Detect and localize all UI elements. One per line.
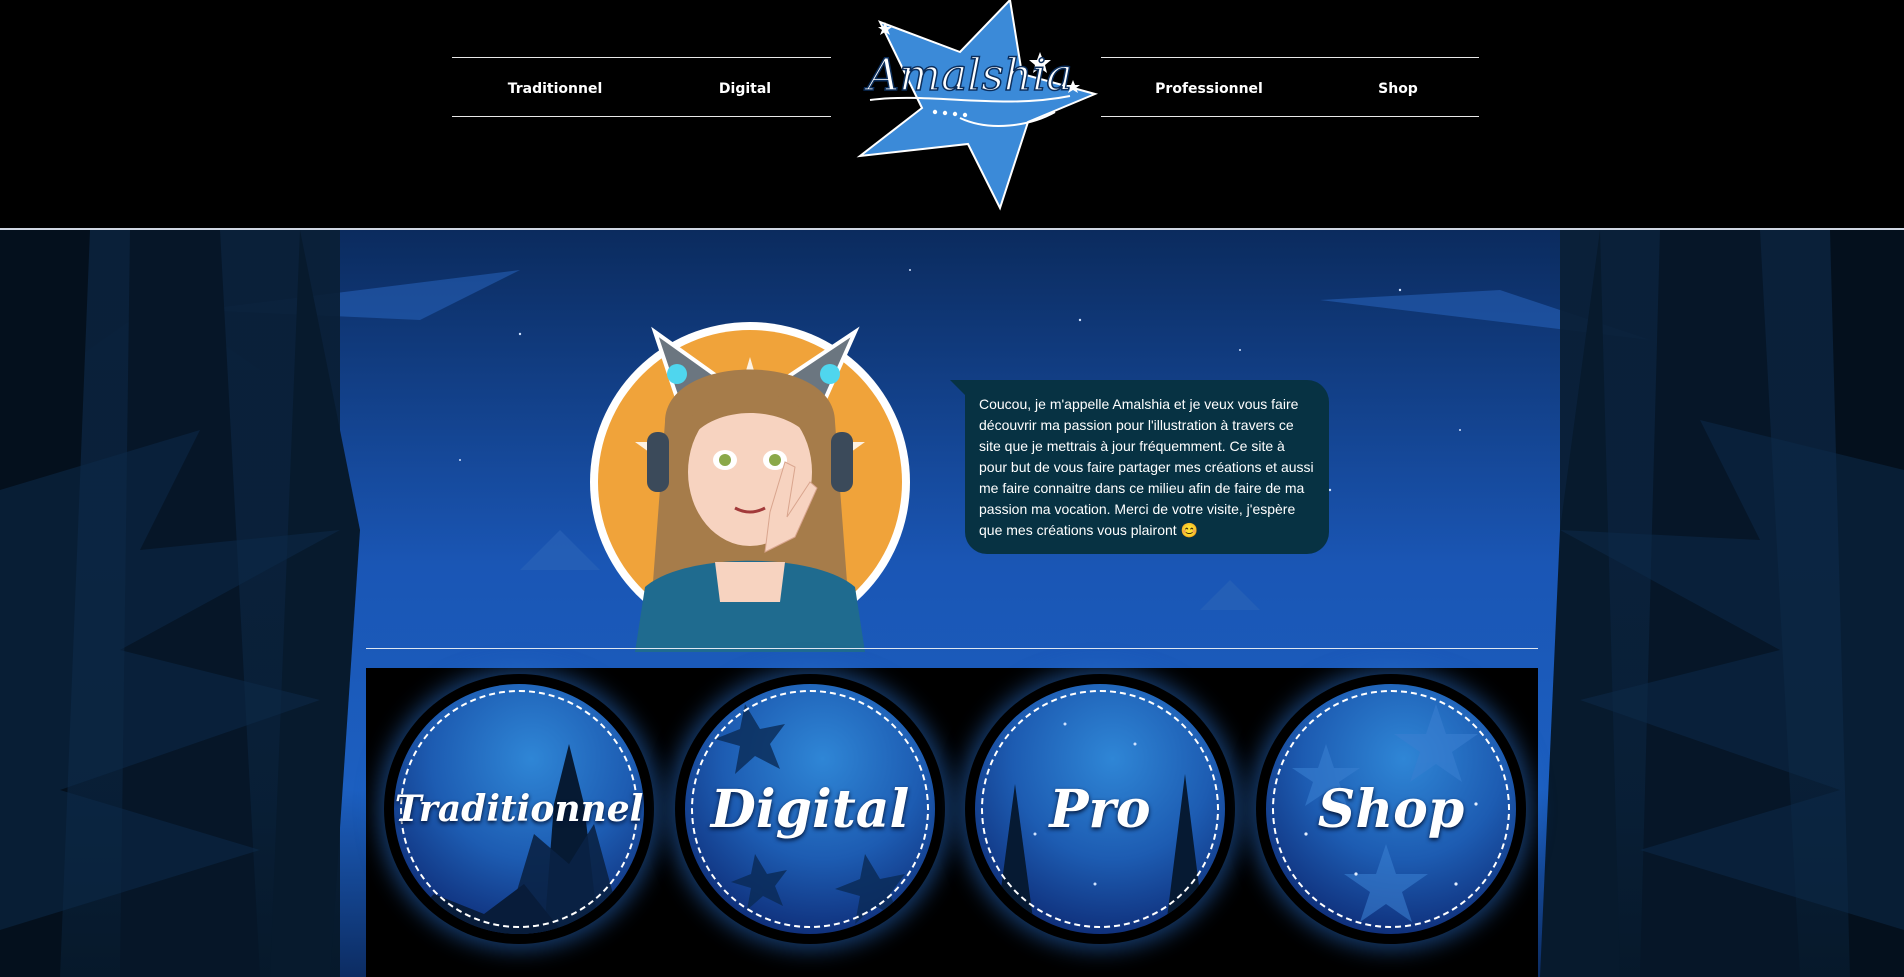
- intro-speech-bubble: Coucou, je m'appelle Amalshia et je veux…: [965, 380, 1329, 554]
- site-header: Traditionnel Digital Professionnel Shop …: [0, 0, 1904, 228]
- intro-text: Coucou, je m'appelle Amalshia et je veux…: [979, 396, 1314, 538]
- speech-bubble-tail: [950, 380, 966, 396]
- category-label-traditionnel: Traditionnel: [394, 788, 644, 830]
- cat-ear-headphones-avatar-icon: [590, 322, 910, 652]
- category-shop[interactable]: Shop: [1256, 674, 1526, 944]
- category-digital[interactable]: Digital: [675, 674, 945, 944]
- star-logo-icon: Amalshia: [856, 0, 1099, 211]
- nav-left-bottom-line: [452, 116, 831, 117]
- category-label-pro: Pro: [1049, 778, 1151, 840]
- nav-right-top-line: [1101, 57, 1479, 58]
- category-label-digital: Digital: [710, 778, 910, 840]
- artist-avatar: [585, 312, 915, 652]
- nav-link-digital[interactable]: Digital: [670, 77, 820, 101]
- hero-divider: [366, 648, 1538, 649]
- nav-right-bottom-line: [1101, 116, 1479, 117]
- category-pro[interactable]: Pro: [965, 674, 1235, 944]
- nav-link-traditionnel[interactable]: Traditionnel: [480, 77, 630, 101]
- site-logo[interactable]: Amalshia: [840, 0, 1100, 212]
- category-label-shop: Shop: [1317, 778, 1465, 840]
- nav-link-shop[interactable]: Shop: [1323, 77, 1473, 101]
- logo-text: Amalshia: [863, 50, 1072, 101]
- hero-scene: Coucou, je m'appelle Amalshia et je veux…: [0, 230, 1904, 977]
- category-traditionnel[interactable]: Traditionnel: [384, 674, 654, 944]
- nav-link-professionnel[interactable]: Professionnel: [1134, 77, 1284, 101]
- nav-left-top-line: [452, 57, 831, 58]
